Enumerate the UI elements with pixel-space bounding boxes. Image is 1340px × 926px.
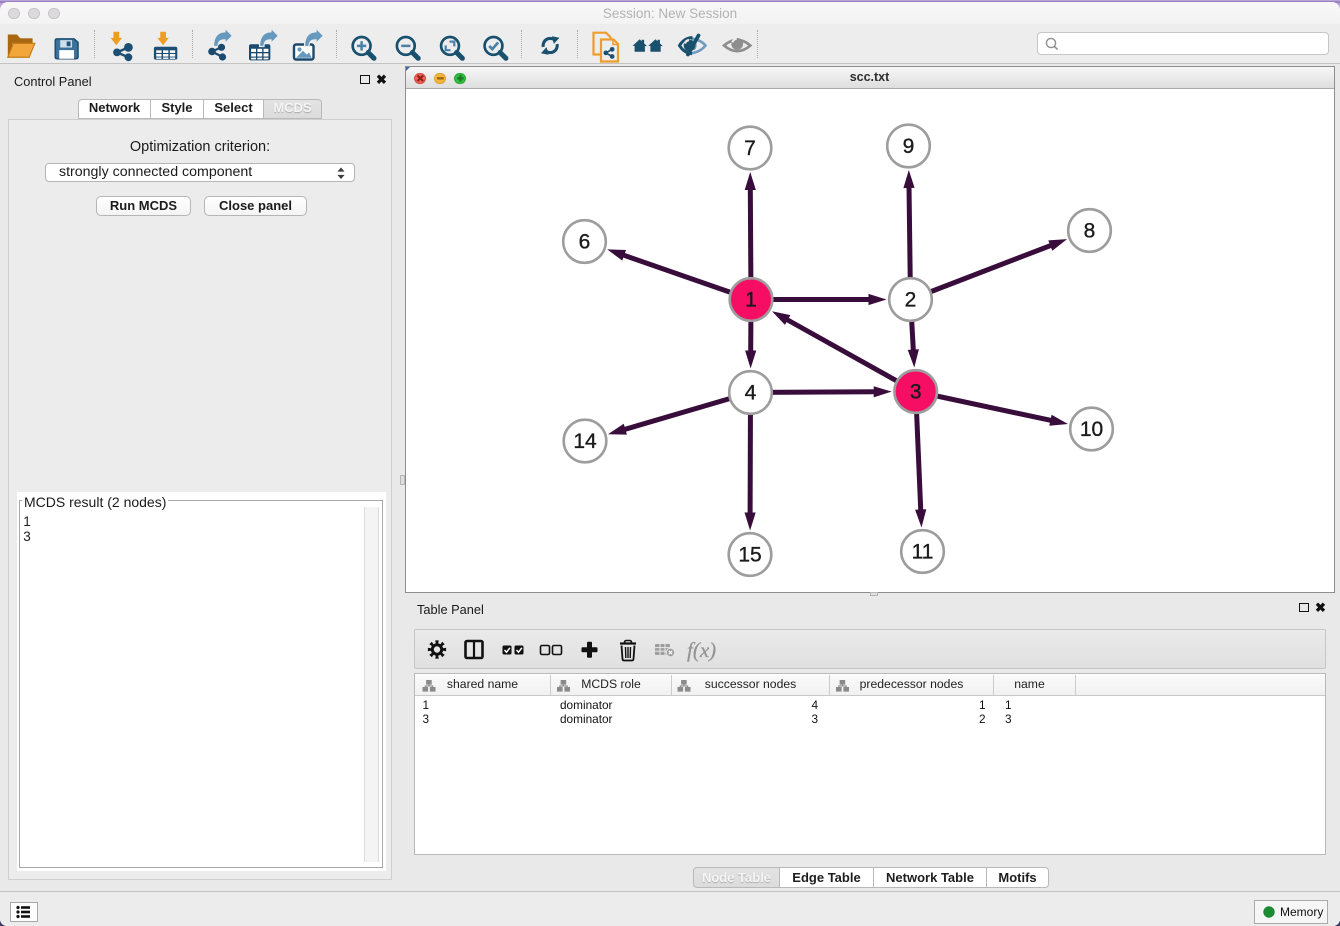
svg-text:1: 1 — [745, 289, 757, 312]
svg-text:7: 7 — [744, 137, 756, 160]
svg-text:10: 10 — [1079, 418, 1102, 441]
svg-text:11: 11 — [911, 541, 933, 564]
svg-text:6: 6 — [578, 231, 590, 254]
svg-text:15: 15 — [738, 544, 761, 567]
svg-text:2: 2 — [904, 289, 916, 312]
svg-text:14: 14 — [573, 430, 597, 453]
svg-text:3: 3 — [909, 381, 921, 404]
svg-text:4: 4 — [744, 382, 756, 405]
svg-text:8: 8 — [1083, 220, 1095, 243]
svg-text:f(x): f(x) — [687, 638, 716, 662]
svg-text:9: 9 — [902, 135, 914, 158]
